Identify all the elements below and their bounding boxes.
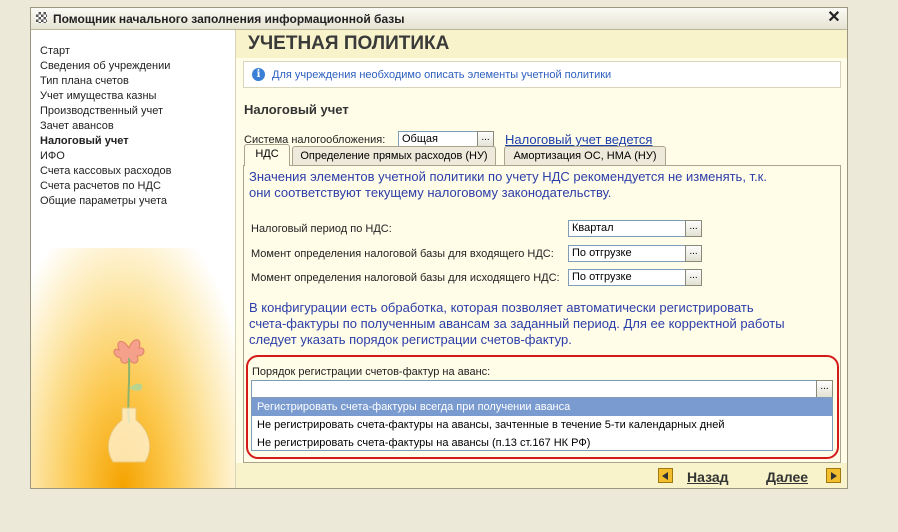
sidebar-item-vat-settlement-accounts[interactable]: Счета расчетов по НДС xyxy=(40,179,171,194)
base-in-select-button[interactable]: ... xyxy=(685,245,702,262)
processing-note-line: следует указать порядок регистрации счет… xyxy=(249,332,572,347)
dropdown-option-always[interactable]: Регистрировать счета-фактуры всегда при … xyxy=(252,398,832,416)
info-banner: i Для учреждения необходимо описать элем… xyxy=(243,61,841,88)
sidebar-item-production-accounting[interactable]: Производственный учет xyxy=(40,104,171,119)
tab-direct-expenses[interactable]: Определение прямых расходов (НУ) xyxy=(292,146,496,165)
sidebar-item-chart-of-accounts-type[interactable]: Тип плана счетов xyxy=(40,74,171,89)
page-title: УЧЕТНАЯ ПОЛИТИКА xyxy=(248,33,450,54)
page-header: УЧЕТНАЯ ПОЛИТИКА xyxy=(236,30,847,58)
navigation-bar: Назад Далее xyxy=(236,463,847,488)
info-icon: i xyxy=(252,68,265,81)
window-title: Помощник начального заполнения информаци… xyxy=(53,12,405,26)
sidebar-item-cash-expense-accounts[interactable]: Счета кассовых расходов xyxy=(40,164,171,179)
app-icon xyxy=(36,12,47,23)
sidebar-item-advance-offset[interactable]: Зачет авансов xyxy=(40,119,171,134)
processing-note-line: В конфигурации есть обработка, которая п… xyxy=(249,300,754,315)
section-title: Налоговый учет xyxy=(244,102,349,117)
base-out-select-button[interactable]: ... xyxy=(685,269,702,286)
tab-depreciation[interactable]: Амортизация ОС, НМА (НУ) xyxy=(504,146,666,165)
invoice-order-dropdown: Регистрировать счета-фактуры всегда при … xyxy=(251,397,833,451)
vat-period-field[interactable]: Квартал xyxy=(568,220,686,237)
vat-note: Значения элементов учетной политики по у… xyxy=(249,169,767,201)
back-arrow-icon[interactable] xyxy=(658,468,673,483)
next-button[interactable]: Далее xyxy=(766,469,808,485)
sidebar-item-start[interactable]: Старт xyxy=(40,44,171,59)
processing-note: В конфигурации есть обработка, которая п… xyxy=(249,300,785,348)
sidebar-item-general-parameters[interactable]: Общие параметры учета xyxy=(40,194,171,209)
invoice-order-select-button[interactable]: ... xyxy=(816,380,833,398)
main-panel: УЧЕТНАЯ ПОЛИТИКА i Для учреждения необхо… xyxy=(236,30,847,488)
tab-vat[interactable]: НДС xyxy=(244,144,290,166)
dropdown-option-5-days[interactable]: Не регистрировать счета-фактуры на аванс… xyxy=(252,416,832,434)
sidebar-item-ifo[interactable]: ИФО xyxy=(40,149,171,164)
sidebar-item-treasury-property[interactable]: Учет имущества казны xyxy=(40,89,171,104)
back-button[interactable]: Назад xyxy=(687,469,729,485)
vat-period-select-button[interactable]: ... xyxy=(685,220,702,237)
assistant-window: Помощник начального заполнения информаци… xyxy=(30,7,848,489)
invoice-order-label: Порядок регистрации счетов-фактур на ава… xyxy=(252,366,491,378)
sidebar: Старт Сведения об учреждении Тип плана с… xyxy=(31,30,236,488)
vat-note-line: Значения элементов учетной политики по у… xyxy=(249,169,767,184)
sidebar-nav: Старт Сведения об учреждении Тип плана с… xyxy=(40,44,171,209)
base-out-label: Момент определения налоговой базы для ис… xyxy=(251,272,560,284)
vat-tab-panel: Значения элементов учетной политики по у… xyxy=(243,165,841,463)
processing-note-line: счета-фактуры по полученным авансам за з… xyxy=(249,316,785,331)
tax-status-link[interactable]: Налоговый учет ведется xyxy=(505,132,652,147)
dropdown-option-never[interactable]: Не регистрировать счета-фактуры на аванс… xyxy=(252,434,832,452)
vat-note-line: они соответствуют текущему налоговому за… xyxy=(249,185,612,200)
base-in-label: Момент определения налоговой базы для вх… xyxy=(251,248,554,260)
invoice-order-combo[interactable] xyxy=(251,380,833,398)
base-out-field[interactable]: По отгрузке xyxy=(568,269,686,286)
next-arrow-icon[interactable] xyxy=(826,468,841,483)
info-text: Для учреждения необходимо описать элемен… xyxy=(272,69,612,81)
sidebar-item-institution-info[interactable]: Сведения об учреждении xyxy=(40,59,171,74)
title-bar: Помощник начального заполнения информаци… xyxy=(31,8,847,30)
sidebar-item-tax-accounting[interactable]: Налоговый учет xyxy=(40,134,171,149)
vase-flower-icon xyxy=(107,339,151,463)
close-icon[interactable]: ✕ xyxy=(825,9,843,27)
base-in-field[interactable]: По отгрузке xyxy=(568,245,686,262)
vat-period-label: Налоговый период по НДС: xyxy=(251,223,392,235)
